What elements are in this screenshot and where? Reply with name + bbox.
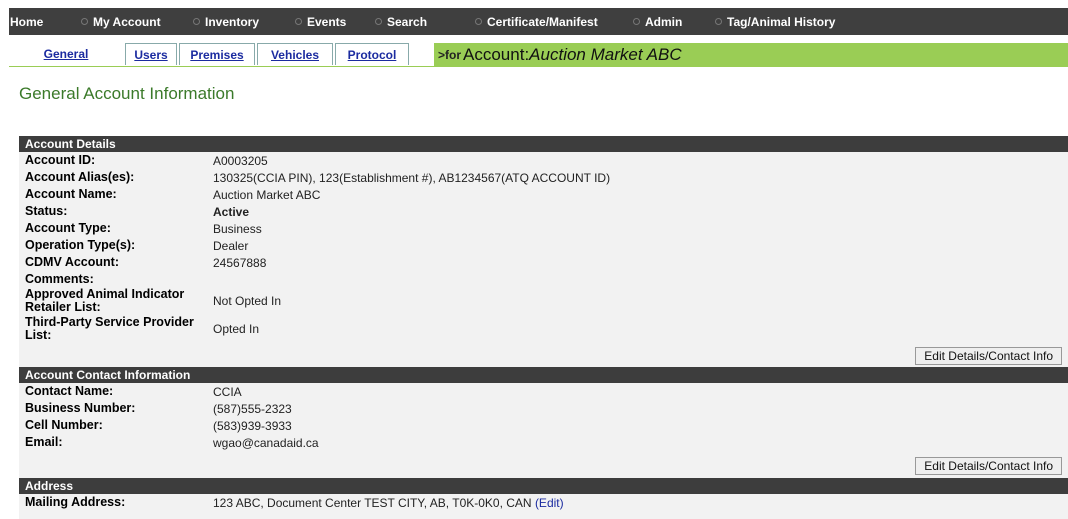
detail-row-approved-animal-indicator: Approved Animal Indicator Retailer List:… <box>19 288 1068 314</box>
contact-row-name: Contact Name: CCIA <box>19 383 1068 400</box>
detail-row-account-name: Account Name: Auction Market ABC <box>19 186 1068 203</box>
account-bar-label: Account: <box>463 44 530 64</box>
field-label: Cell Number: <box>25 418 103 432</box>
nav-item-events[interactable]: Events <box>289 15 369 29</box>
field-label: Account ID: <box>25 153 96 167</box>
field-label: Comments: <box>25 272 94 286</box>
field-value: (583)939-3933 <box>213 418 292 433</box>
edit-details-contact-info-button[interactable]: Edit Details/Contact Info <box>915 457 1062 475</box>
page-title: General Account Information <box>19 84 235 103</box>
nav-item-home[interactable]: Home <box>9 15 75 29</box>
field-value: 130325(CCIA PIN), 123(Establishment #), … <box>213 170 611 185</box>
nav-label: Admin <box>645 14 683 29</box>
nav-label: Inventory <box>205 14 260 29</box>
nav-label: Search <box>387 14 428 29</box>
bullet-icon <box>375 18 382 25</box>
address-row-mailing: Mailing Address: 123 ABC, Document Cente… <box>19 494 1068 511</box>
contact-row-email: Email: wgao@canadaid.ca <box>19 434 1068 451</box>
tab-general[interactable]: General <box>9 43 123 65</box>
contact-row-business-number: Business Number: (587)555-2323 <box>19 400 1068 417</box>
top-nav-bar: Home My Account Inventory Events Search … <box>9 8 1068 35</box>
field-label: Contact Name: <box>25 384 114 398</box>
field-label: Account Type: <box>25 221 111 235</box>
account-info-panel: Account Details Account ID: A0003205 Acc… <box>19 136 1068 519</box>
field-label: Approved Animal Indicator Retailer List: <box>25 287 185 314</box>
tab-users[interactable]: Users <box>125 43 177 65</box>
tab-protocol[interactable]: Protocol <box>335 43 409 65</box>
field-label: Account Alias(es): <box>25 170 135 184</box>
field-label: Business Number: <box>25 401 136 415</box>
section-header-account-details: Account Details <box>19 136 1068 152</box>
field-value: Dealer <box>213 238 249 253</box>
tab-vehicles[interactable]: Vehicles <box>257 43 333 65</box>
section-header-address: Address <box>19 478 1068 494</box>
detail-row-account-id: Account ID: A0003205 <box>19 152 1068 169</box>
field-value: Not Opted In <box>213 294 282 308</box>
bullet-icon <box>193 18 200 25</box>
detail-row-cdmv-account: CDMV Account: 24567888 <box>19 254 1068 271</box>
nav-item-search[interactable]: Search <box>369 15 469 29</box>
contact-info-actions: Edit Details/Contact Info <box>19 451 1068 475</box>
field-label: Third-Party Service Provider List: <box>25 315 194 342</box>
account-details-actions: Edit Details/Contact Info <box>19 344 1068 366</box>
section-header-contact-info: Account Contact Information <box>19 367 1068 383</box>
detail-row-third-party-provider: Third-Party Service Provider List: Opted… <box>19 314 1068 344</box>
detail-row-account-alias: Account Alias(es): 130325(CCIA PIN), 123… <box>19 169 1068 186</box>
tab-divider <box>9 66 1068 67</box>
detail-row-operation-type: Operation Type(s): Dealer <box>19 237 1068 254</box>
field-value: A0003205 <box>213 153 268 168</box>
field-label: Operation Type(s): <box>25 238 136 252</box>
bullet-icon <box>295 18 302 25</box>
nav-item-tag-animal-history[interactable]: Tag/Animal History <box>709 15 835 29</box>
field-value: Auction Market ABC <box>213 187 321 202</box>
status-value: Active <box>213 204 250 219</box>
nav-item-certificate-manifest[interactable]: Certificate/Manifest <box>469 15 627 29</box>
bullet-icon <box>633 18 640 25</box>
nav-item-inventory[interactable]: Inventory <box>187 15 289 29</box>
field-value: CCIA <box>213 384 242 399</box>
field-value: wgao@canadaid.ca <box>213 435 319 450</box>
detail-row-comments: Comments: <box>19 271 1068 288</box>
mailing-address-text: 123 ABC, Document Center TEST CITY, AB, … <box>213 495 532 510</box>
field-label: CDMV Account: <box>25 255 119 269</box>
edit-address-link[interactable]: (Edit) <box>535 496 564 510</box>
nav-label: Home <box>10 14 44 29</box>
field-value: 123 ABC, Document Center TEST CITY, AB, … <box>213 496 564 510</box>
field-value: (587)555-2323 <box>213 401 292 416</box>
field-value: Business <box>213 221 262 236</box>
nav-label: Tag/Animal History <box>727 14 836 29</box>
bullet-icon <box>715 18 722 25</box>
nav-label: My Account <box>93 14 161 29</box>
detail-row-status: Status: Active <box>19 203 1068 220</box>
account-bar-prefix: >for <box>438 47 462 62</box>
detail-row-account-type: Account Type: Business <box>19 220 1068 237</box>
tab-row: General Users Premises Vehicles Protocol… <box>9 43 1068 66</box>
field-value: 24567888 <box>213 255 267 270</box>
nav-label: Events <box>307 14 347 29</box>
field-label: Mailing Address: <box>25 495 126 509</box>
nav-item-my-account[interactable]: My Account <box>75 15 187 29</box>
bullet-icon <box>475 18 482 25</box>
bullet-icon <box>81 18 88 25</box>
nav-label: Certificate/Manifest <box>487 14 598 29</box>
bullet-icon <box>3 19 5 24</box>
field-label: Status: <box>25 204 68 218</box>
field-label: Account Name: <box>25 187 117 201</box>
account-tabs: General Users Premises Vehicles Protocol <box>9 43 411 66</box>
tab-premises[interactable]: Premises <box>179 43 255 65</box>
nav-item-admin[interactable]: Admin <box>627 15 709 29</box>
account-bar-name: Auction Market ABC <box>529 44 682 64</box>
field-value: Opted In <box>213 322 260 336</box>
account-context-bar: >for Account: Auction Market ABC <box>434 43 1068 66</box>
field-label: Email: <box>25 435 63 449</box>
edit-details-contact-info-button[interactable]: Edit Details/Contact Info <box>915 347 1062 365</box>
contact-row-cell-number: Cell Number: (583)939-3933 <box>19 417 1068 434</box>
